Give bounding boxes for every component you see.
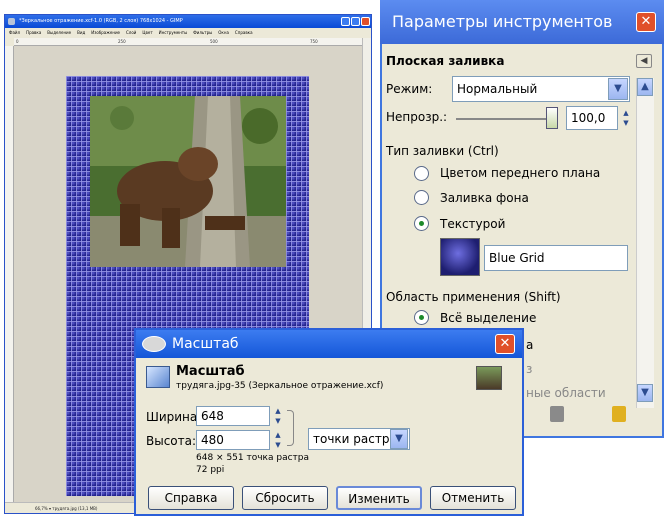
gimp-menubar: Файл Правка Выделение Вид Изображение Слой Цве… (5, 28, 371, 38)
area-option-partial2: з (526, 362, 533, 376)
pattern-name-field[interactable]: Blue Grid (484, 245, 628, 271)
height-input[interactable]: 480 (196, 430, 270, 450)
menu-filters[interactable]: Фильтры (193, 30, 212, 35)
height-label: Высота: (146, 434, 197, 448)
height-spin-icon[interactable]: ▲ ▼ (272, 430, 284, 450)
ruler-vertical[interactable] (5, 46, 14, 502)
mode-label: Режим: (386, 82, 433, 96)
unit-value: точки растра (313, 432, 397, 446)
minimize-icon[interactable] (341, 17, 350, 26)
menu-colors[interactable]: Цвет (142, 30, 152, 35)
opacity-label: Непрозр.: (386, 110, 448, 124)
gimp-title-text: *Зеркальное отражение.xcf-1.0 (RGB, 2 сл… (19, 18, 183, 24)
maximize-icon[interactable] (351, 17, 360, 26)
mode-select[interactable]: Нормальный (452, 76, 630, 102)
menu-windows[interactable]: Окна (218, 30, 229, 35)
opacity-slider-handle[interactable] (546, 107, 558, 129)
dock-title-bar[interactable]: Параметры инструментов (380, 0, 664, 44)
ruler-mark: 0 (16, 39, 19, 44)
gimp-icon (142, 336, 166, 352)
dialog-subtitle: трудяга.jpg-35 (Зеркальное отражение.xcf… (176, 381, 384, 391)
ruler-mark: 250 (118, 39, 126, 44)
pattern-preview[interactable] (440, 238, 480, 276)
menu-view[interactable]: Вид (77, 30, 85, 35)
reset-icon[interactable] (612, 406, 626, 422)
area-option-whole: Всё выделение (440, 311, 537, 325)
fill-option-bg: Заливка фона (440, 191, 529, 205)
menu-image[interactable]: Изображение (91, 30, 120, 35)
radio-fg-color[interactable] (414, 166, 429, 181)
menu-edit[interactable]: Правка (26, 30, 41, 35)
area-label: Область применения (Shift) (386, 290, 561, 304)
width-spin-icon[interactable]: ▲ ▼ (272, 406, 284, 426)
dock-close-icon[interactable]: ✕ (636, 12, 656, 32)
dock-scrollbar[interactable] (636, 78, 654, 408)
ppi-info: 72 ppi (196, 465, 225, 475)
dialog-heading: Масштаб (176, 364, 245, 379)
trash-icon[interactable] (550, 406, 564, 422)
dock-menu-icon[interactable]: ◀ (636, 54, 652, 68)
chevron-down-icon[interactable]: ▼ (390, 429, 408, 449)
gimp-title-bar[interactable]: *Зеркальное отражение.xcf-1.0 (RGB, 2 сл… (5, 15, 371, 28)
menu-layer[interactable]: Слой (126, 30, 136, 35)
ruler-mark: 750 (310, 39, 318, 44)
fill-option-fg: Цветом переднего плана (440, 166, 601, 180)
gimp-icon (8, 18, 15, 25)
menu-select[interactable]: Выделение (47, 30, 71, 35)
scale-title-bar[interactable]: Масштаб (136, 330, 522, 358)
scroll-down-icon[interactable]: ▼ (637, 384, 653, 402)
ruler-horizontal[interactable]: 0 250 500 750 (14, 38, 362, 46)
ruler-mark: 500 (210, 39, 218, 44)
help-button[interactable]: Справка (148, 486, 234, 510)
bear-photo (90, 96, 286, 267)
scale-tool-icon (146, 366, 170, 388)
size-info: 648 × 551 точка растра (196, 453, 310, 463)
opacity-spin-icon[interactable]: ▲ ▼ (620, 108, 632, 128)
chevron-down-icon[interactable]: ▼ (608, 78, 628, 100)
width-input[interactable]: 648 (196, 406, 270, 426)
menu-tools[interactable]: Инструменты (159, 30, 188, 35)
zoom-status: 66,7% ▾ трудяга.jpg (13,1 MB) (35, 506, 98, 511)
menu-file[interactable]: Файл (9, 30, 20, 35)
area-option-similar: ные области (526, 386, 606, 400)
opacity-value[interactable]: 100,0 (566, 106, 618, 130)
fill-option-pattern: Текстурой (440, 217, 506, 231)
cancel-button[interactable]: Отменить (430, 486, 516, 510)
opacity-slider-track[interactable] (456, 118, 552, 120)
radio-whole-selection[interactable] (414, 310, 429, 325)
reset-button[interactable]: Сбросить (242, 486, 328, 510)
tool-name: Плоская заливка (386, 54, 505, 68)
close-icon[interactable] (361, 17, 370, 26)
fill-type-label: Тип заливки (Ctrl) (386, 144, 499, 158)
layer-thumbnail (476, 366, 502, 390)
radio-pattern[interactable] (414, 216, 429, 231)
radio-bg-color[interactable] (414, 190, 429, 205)
pattern-name: Blue Grid (489, 251, 545, 265)
menu-help[interactable]: Справка (235, 30, 253, 35)
scale-button[interactable]: Изменить (336, 486, 422, 510)
close-icon[interactable]: ✕ (495, 334, 515, 354)
mode-value: Нормальный (457, 82, 538, 96)
bear-photo-layer[interactable] (90, 96, 286, 267)
area-option-partial: а (526, 338, 534, 352)
scroll-up-icon[interactable]: ▲ (637, 78, 653, 96)
chain-link-icon[interactable] (287, 410, 294, 446)
width-label: Ширина: (146, 410, 202, 424)
